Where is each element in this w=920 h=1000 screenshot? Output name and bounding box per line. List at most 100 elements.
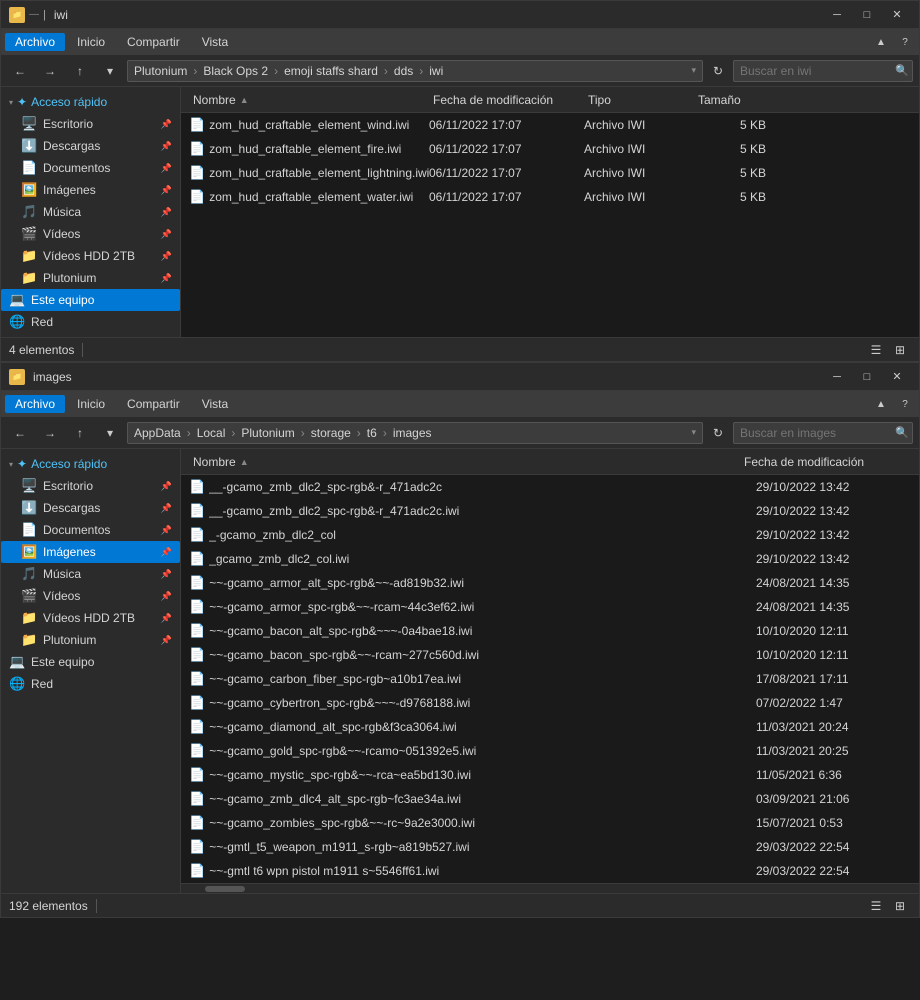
close-button-2[interactable]: ✕	[883, 363, 911, 391]
sidebar-musica-2[interactable]: 🎵 Música 📌	[1, 563, 180, 585]
sidebar-descargas-2[interactable]: ⬇️ Descargas 📌	[1, 497, 180, 519]
menu-archivo-1[interactable]: Archivo	[5, 33, 65, 51]
view-details-1[interactable]: ☰	[865, 339, 887, 361]
file-row[interactable]: 📄 ~~-gcamo_bacon_spc-rgb&~~-rcam~277c560…	[181, 643, 919, 667]
refresh-button-2[interactable]: ↻	[707, 422, 729, 444]
file-row[interactable]: 📄 ~~-gcamo_carbon_fiber_spc-rgb~a10b17ea…	[181, 667, 919, 691]
file-row[interactable]: 📄 ~~-gcamo_armor_spc-rgb&~~-rcam~44c3ef6…	[181, 595, 919, 619]
search-bar-1[interactable]: 🔍	[733, 60, 913, 82]
sidebar-documentos-1[interactable]: 📄 Documentos 📌	[1, 157, 180, 179]
bc-emoji-1[interactable]: emoji staffs shard	[284, 64, 378, 78]
bc-dropdown-2[interactable]: ▾	[691, 427, 696, 438]
bc-iwi-1[interactable]: iwi	[429, 64, 443, 78]
file-row[interactable]: 📄 _gcamo_zmb_dlc2_col.iwi 29/10/2022 13:…	[181, 547, 919, 571]
menu-vista-1[interactable]: Vista	[192, 33, 238, 51]
menu-vista-2[interactable]: Vista	[192, 395, 238, 413]
file-row[interactable]: 📄 ~~-gcamo_gold_spc-rgb&~~-rcamo~051392e…	[181, 739, 919, 763]
sidebar-documentos-2[interactable]: 📄 Documentos 📌	[1, 519, 180, 541]
bc-dropdown-1[interactable]: ▾	[691, 65, 696, 76]
col-nombre-1[interactable]: Nombre ▲	[189, 91, 429, 109]
minimize-button-2[interactable]: ─	[823, 363, 851, 391]
file-row[interactable]: 📄 ~~-gmtl t6 wpn pistol m1911 s~5546ff61…	[181, 859, 919, 883]
bc-dds-1[interactable]: dds	[394, 64, 413, 78]
view-details-2[interactable]: ☰	[865, 895, 887, 917]
file-row[interactable]: 📄 zom_hud_craftable_element_lightning.iw…	[181, 161, 919, 185]
sidebar-quickaccess-1[interactable]: ▾ ✦ Acceso rápido	[1, 91, 180, 113]
file-row[interactable]: 📄 ~~-gcamo_armor_alt_spc-rgb&~~-ad819b32…	[181, 571, 919, 595]
bc-appdata-2[interactable]: AppData	[134, 426, 181, 440]
bc-t6-2[interactable]: t6	[367, 426, 377, 440]
file-row[interactable]: 📄 ~~-gcamo_cybertron_spc-rgb&~~~-d976818…	[181, 691, 919, 715]
maximize-button-1[interactable]: □	[853, 1, 881, 29]
up-button-2[interactable]: ↑	[67, 420, 93, 446]
file-row[interactable]: 📄 __-gcamo_zmb_dlc2_spc-rgb&-r_471adc2c …	[181, 475, 919, 499]
menu-inicio-2[interactable]: Inicio	[67, 395, 115, 413]
scrollbar-thumb-h-2[interactable]	[205, 886, 245, 892]
ribbon-collapse-2[interactable]: ▲	[871, 394, 891, 414]
sidebar-imagenes-2[interactable]: 🖼️ Imágenes 📌	[1, 541, 180, 563]
menu-archivo-2[interactable]: Archivo	[5, 395, 65, 413]
sidebar-escritorio-2[interactable]: 🖥️ Escritorio 📌	[1, 475, 180, 497]
bc-images-2[interactable]: images	[393, 426, 432, 440]
bc-storage-2[interactable]: storage	[311, 426, 351, 440]
sidebar-musica-1[interactable]: 🎵 Música 📌	[1, 201, 180, 223]
search-input-1[interactable]	[740, 64, 895, 78]
file-row[interactable]: 📄 zom_hud_craftable_element_fire.iwi 06/…	[181, 137, 919, 161]
sidebar-videos-hdd-1[interactable]: 📁 Vídeos HDD 2TB 📌	[1, 245, 180, 267]
search-bar-2[interactable]: 🔍	[733, 422, 913, 444]
file-row[interactable]: 📄 ~~-gcamo_diamond_alt_spc-rgb&f3ca3064.…	[181, 715, 919, 739]
file-row[interactable]: 📄 zom_hud_craftable_element_wind.iwi 06/…	[181, 113, 919, 137]
file-row[interactable]: 📄 ~~-gcamo_bacon_alt_spc-rgb&~~~-0a4bae1…	[181, 619, 919, 643]
sidebar-este-equipo-2[interactable]: 💻 Este equipo	[1, 651, 180, 673]
sidebar-escritorio-1[interactable]: 🖥️ Escritorio 📌	[1, 113, 180, 135]
file-row[interactable]: 📄 ~~-gcamo_zombies_spc-rgb&~~-rc~9a2e300…	[181, 811, 919, 835]
sidebar-plutonium-1[interactable]: 📁 Plutonium 📌	[1, 267, 180, 289]
bc-plutonium-1[interactable]: Plutonium	[134, 64, 187, 78]
forward-button-1[interactable]: →	[37, 58, 63, 84]
breadcrumb-1[interactable]: Plutonium › Black Ops 2 › emoji staffs s…	[127, 60, 703, 82]
sidebar-videos-1[interactable]: 🎬 Vídeos 📌	[1, 223, 180, 245]
menu-compartir-2[interactable]: Compartir	[117, 395, 190, 413]
view-large-2[interactable]: ⊞	[889, 895, 911, 917]
bc-plutonium-2[interactable]: Plutonium	[241, 426, 294, 440]
col-fecha-2[interactable]: Fecha de modificación	[740, 453, 895, 471]
sidebar-videos-hdd-2[interactable]: 📁 Vídeos HDD 2TB 📌	[1, 607, 180, 629]
back-button-1[interactable]: ←	[7, 58, 33, 84]
minimize-button-1[interactable]: ─	[823, 1, 851, 29]
sidebar-red-2[interactable]: 🌐 Red	[1, 673, 180, 695]
recent-button-1[interactable]: ▾	[97, 58, 123, 84]
sidebar-este-equipo-1[interactable]: 💻 Este equipo	[1, 289, 180, 311]
sidebar-imagenes-1[interactable]: 🖼️ Imágenes 📌	[1, 179, 180, 201]
col-nombre-2[interactable]: Nombre ▲	[189, 453, 740, 471]
view-large-1[interactable]: ⊞	[889, 339, 911, 361]
file-row[interactable]: 📄 ~~-gcamo_mystic_spc-rgb&~~-rca~ea5bd13…	[181, 763, 919, 787]
file-row[interactable]: 📄 ~~-gmtl_t5_weapon_m1911_s-rgb~a819b527…	[181, 835, 919, 859]
bc-local-2[interactable]: Local	[197, 426, 226, 440]
ribbon-help-2[interactable]: ?	[895, 394, 915, 414]
recent-button-2[interactable]: ▾	[97, 420, 123, 446]
refresh-button-1[interactable]: ↻	[707, 60, 729, 82]
file-row[interactable]: 📄 _-gcamo_zmb_dlc2_col 29/10/2022 13:42	[181, 523, 919, 547]
sidebar-descargas-1[interactable]: ⬇️ Descargas 📌	[1, 135, 180, 157]
sidebar-videos-2[interactable]: 🎬 Vídeos 📌	[1, 585, 180, 607]
search-input-2[interactable]	[740, 426, 895, 440]
sidebar-quickaccess-2[interactable]: ▾ ✦ Acceso rápido	[1, 453, 180, 475]
menu-compartir-1[interactable]: Compartir	[117, 33, 190, 51]
ribbon-collapse-1[interactable]: ▲	[871, 32, 891, 52]
col-tamano-1[interactable]: Tamaño	[694, 91, 774, 109]
breadcrumb-2[interactable]: AppData › Local › Plutonium › storage › …	[127, 422, 703, 444]
horizontal-scrollbar-2[interactable]	[181, 883, 919, 893]
back-button-2[interactable]: ←	[7, 420, 33, 446]
up-button-1[interactable]: ↑	[67, 58, 93, 84]
close-button-1[interactable]: ✕	[883, 1, 911, 29]
menu-inicio-1[interactable]: Inicio	[67, 33, 115, 51]
col-tipo-1[interactable]: Tipo	[584, 91, 694, 109]
ribbon-help-1[interactable]: ?	[895, 32, 915, 52]
maximize-button-2[interactable]: □	[853, 363, 881, 391]
file-row[interactable]: 📄 ~~-gcamo_zmb_dlc4_alt_spc-rgb~fc3ae34a…	[181, 787, 919, 811]
sidebar-plutonium-2[interactable]: 📁 Plutonium 📌	[1, 629, 180, 651]
sidebar-red-1[interactable]: 🌐 Red	[1, 311, 180, 333]
file-row[interactable]: 📄 zom_hud_craftable_element_water.iwi 06…	[181, 185, 919, 209]
forward-button-2[interactable]: →	[37, 420, 63, 446]
col-fecha-1[interactable]: Fecha de modificación	[429, 91, 584, 109]
